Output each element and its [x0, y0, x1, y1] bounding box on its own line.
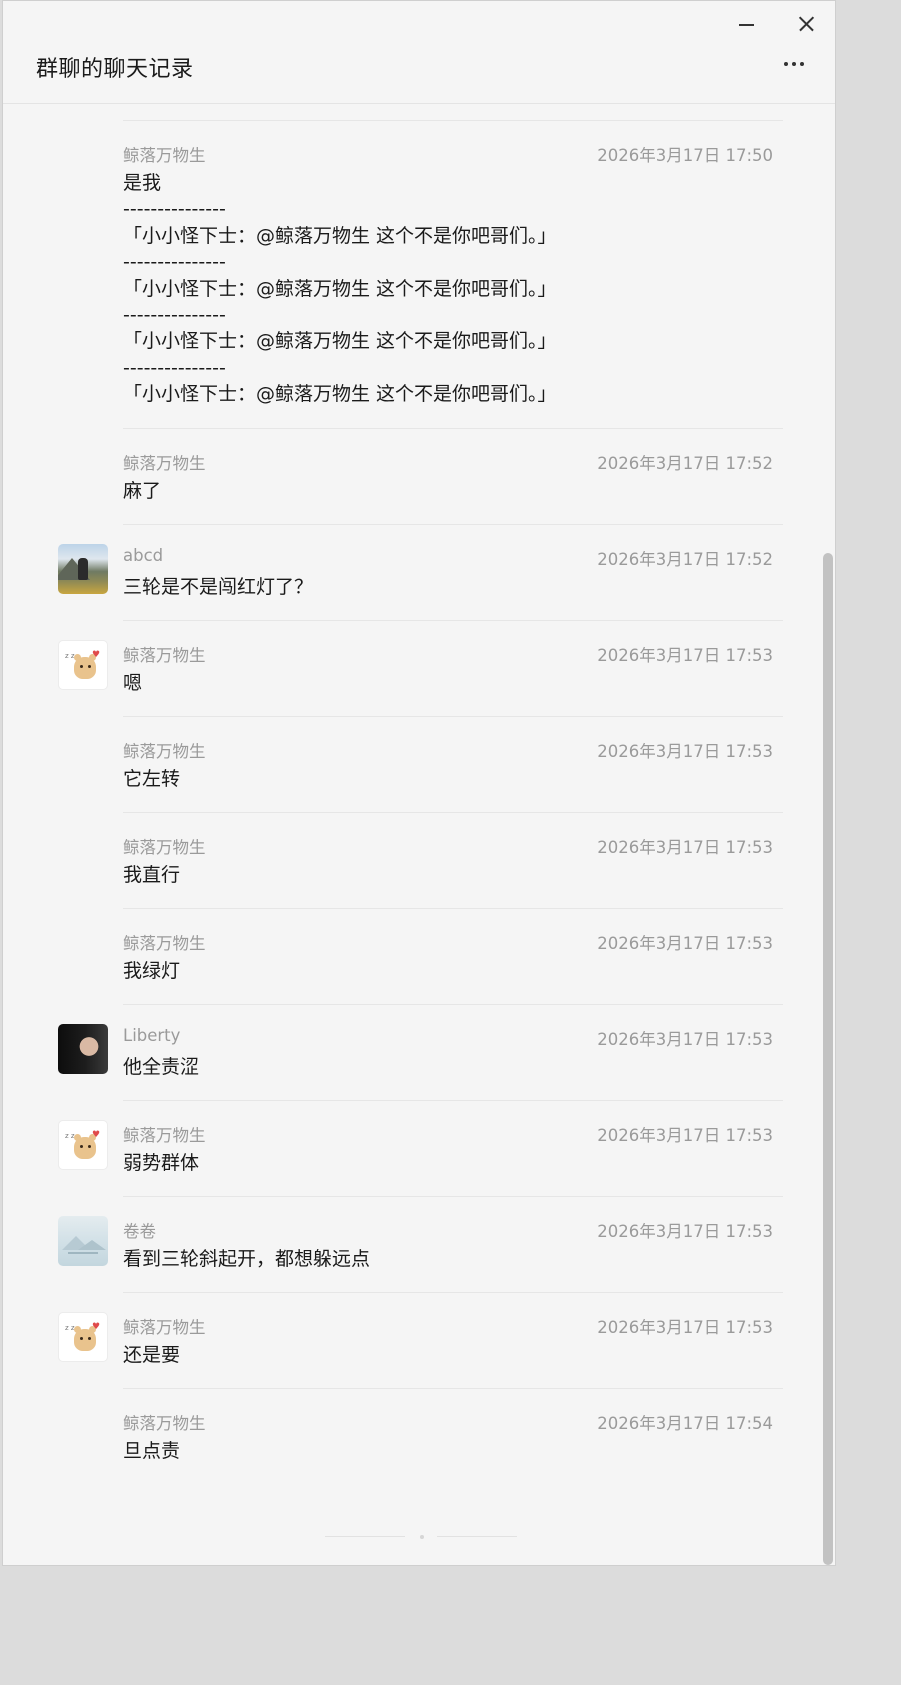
message-list[interactable]: 鲸落万物生 2026年3月17日 17:50 是我 --------------…	[3, 104, 835, 1565]
message-content: 我直行	[123, 864, 181, 886]
user-avatar[interactable]	[58, 544, 108, 594]
message-content: 我绿灯	[123, 960, 181, 982]
sender-name: 鲸落万物生	[123, 838, 206, 857]
more-options-icon[interactable]	[779, 51, 811, 77]
message-divider	[123, 1100, 783, 1101]
message-content: 麻了	[123, 480, 162, 502]
bottom-indicator	[325, 1535, 521, 1539]
message-divider	[123, 1196, 783, 1197]
message-time: 2026年3月17日 17:53	[597, 934, 773, 953]
user-avatar[interactable]: z z ♥	[58, 1120, 108, 1170]
message-item: 鲸落万物生 2026年3月17日 17:54 旦点责	[3, 1388, 835, 1484]
message-item: 鲸落万物生 2026年3月17日 17:53 它左转	[3, 716, 835, 812]
message-content: 他全责涩	[123, 1056, 200, 1078]
message-divider	[123, 524, 783, 525]
message-time: 2026年3月17日 17:53	[597, 1222, 773, 1241]
window-title: 群聊的聊天记录	[36, 57, 194, 82]
user-avatar[interactable]	[58, 1024, 108, 1074]
message-item: 卷卷 2026年3月17日 17:53 看到三轮斜起开，都想躲远点	[3, 1196, 835, 1292]
message-content: 它左转	[123, 768, 181, 790]
minimize-icon[interactable]	[731, 9, 761, 39]
message-content: 三轮是不是闯红灯了？	[123, 576, 314, 598]
message-content: 旦点责	[123, 1440, 181, 1462]
sender-name: 鲸落万物生	[123, 454, 206, 473]
title-bar: 群聊的聊天记录	[3, 1, 835, 104]
message-divider	[123, 1004, 783, 1005]
message-content: 弱势群体	[123, 1152, 200, 1174]
user-avatar[interactable]: z z ♥	[58, 640, 108, 690]
message-item: Liberty 2026年3月17日 17:53 他全责涩	[3, 1004, 835, 1100]
sender-name: 鲸落万物生	[123, 934, 206, 953]
sender-name: 鲸落万物生	[123, 1126, 206, 1145]
message-item: z z ♥ 鲸落万物生 2026年3月17日 17:53 嗯	[3, 620, 835, 716]
sender-name: 鲸落万物生	[123, 1318, 206, 1337]
message-time: 2026年3月17日 17:53	[597, 1030, 773, 1049]
message-time: 2026年3月17日 17:52	[597, 454, 773, 473]
message-item: 鲸落万物生 2026年3月17日 17:53 我直行	[3, 812, 835, 908]
sender-name: 鲸落万物生	[123, 146, 206, 165]
message-item: z z ♥ 鲸落万物生 2026年3月17日 17:53 弱势群体	[3, 1100, 835, 1196]
sender-name: 鲸落万物生	[123, 1414, 206, 1433]
message-divider	[123, 908, 783, 909]
message-time: 2026年3月17日 17:53	[597, 1318, 773, 1337]
message-divider	[123, 620, 783, 621]
chat-history-window: 群聊的聊天记录 鲸落万物生 2026年3月17日 17:50 是我 ------…	[2, 0, 836, 1566]
message-item: abcd 2026年3月17日 17:52 三轮是不是闯红灯了？	[3, 524, 835, 620]
message-content: 看到三轮斜起开，都想躲远点	[123, 1248, 371, 1270]
sender-name: 鲸落万物生	[123, 646, 206, 665]
message-time: 2026年3月17日 17:53	[597, 838, 773, 857]
message-divider	[123, 1292, 783, 1293]
message-item: 鲸落万物生 2026年3月17日 17:53 我绿灯	[3, 908, 835, 1004]
sender-name: abcd	[123, 546, 164, 565]
message-content: 是我 --------------- 「小小怪下士：@鲸落万物生 这个不是你吧哥…	[123, 172, 557, 406]
message-item: 鲸落万物生 2026年3月17日 17:52 麻了	[3, 428, 835, 524]
message-content: 还是要	[123, 1344, 181, 1366]
message-time: 2026年3月17日 17:53	[597, 646, 773, 665]
sender-name: Liberty	[123, 1026, 181, 1045]
close-icon[interactable]	[791, 9, 821, 39]
sender-name: 鲸落万物生	[123, 742, 206, 761]
message-item: z z ♥ 鲸落万物生 2026年3月17日 17:53 还是要	[3, 1292, 835, 1388]
message-divider	[123, 812, 783, 813]
message-content: 嗯	[123, 672, 143, 694]
message-time: 2026年3月17日 17:53	[597, 1126, 773, 1145]
message-divider	[123, 1388, 783, 1389]
scrollbar-thumb[interactable]	[823, 553, 833, 1565]
user-avatar[interactable]: z z ♥	[58, 1312, 108, 1362]
sender-name: 卷卷	[123, 1222, 156, 1241]
message-item: 鲸落万物生 2026年3月17日 17:50 是我 --------------…	[3, 120, 835, 430]
message-divider	[123, 120, 783, 121]
user-avatar[interactable]	[58, 1216, 108, 1266]
message-time: 2026年3月17日 17:54	[597, 1414, 773, 1433]
message-divider	[123, 428, 783, 429]
message-time: 2026年3月17日 17:52	[597, 550, 773, 569]
message-divider	[123, 716, 783, 717]
message-time: 2026年3月17日 17:50	[597, 146, 773, 165]
message-time: 2026年3月17日 17:53	[597, 742, 773, 761]
